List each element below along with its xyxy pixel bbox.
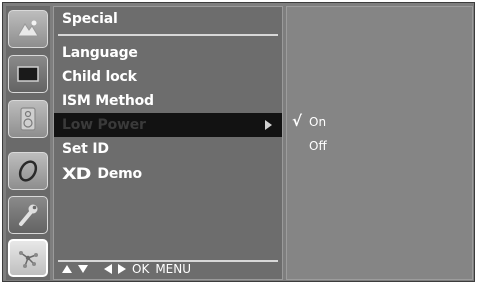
category-time[interactable] (8, 152, 48, 190)
navigation-hint-bar: OK MENU (62, 261, 191, 277)
low-power-options-panel: √ On Off (286, 6, 473, 280)
category-picture[interactable] (8, 10, 48, 48)
up-arrow-icon (62, 265, 72, 273)
special-menu-panel: Special Language Child lock ISM Method L… (53, 6, 283, 280)
menu-item-set-id[interactable]: Set ID (54, 137, 282, 161)
menu-item-xd-demo[interactable]: XD Demo (54, 162, 282, 186)
category-special[interactable] (8, 196, 48, 234)
xd-logo: XD (62, 164, 91, 183)
menu-item-label: Demo (97, 166, 142, 182)
speaker-icon (20, 107, 36, 131)
category-screen[interactable] (8, 55, 48, 93)
option-on[interactable]: On (309, 115, 326, 129)
menu-hint: MENU (155, 262, 192, 276)
check-mark-icon: √ (292, 112, 303, 130)
menu-item-label: Low Power (62, 117, 146, 133)
menu-item-language[interactable]: Language (54, 41, 282, 65)
title-divider (58, 34, 278, 36)
menu-item-low-power[interactable]: Low Power (54, 113, 282, 137)
wrench-icon (19, 204, 38, 226)
option-off[interactable]: Off (309, 139, 327, 153)
menu-item-label: Child lock (62, 69, 137, 85)
category-icon-strip (6, 6, 50, 280)
menu-item-ism-method[interactable]: ISM Method (54, 89, 282, 113)
ok-hint: OK (132, 262, 150, 276)
menu-item-label: Language (62, 45, 138, 61)
down-arrow-icon (78, 265, 88, 273)
menu-item-label: Set ID (62, 141, 109, 157)
category-audio[interactable] (8, 100, 48, 138)
category-setup[interactable] (8, 239, 48, 277)
menu-title: Special (62, 11, 118, 27)
left-arrow-icon (104, 264, 112, 274)
menu-item-child-lock[interactable]: Child lock (54, 65, 282, 89)
picture-icon (17, 20, 39, 37)
menu-item-label: ISM Method (62, 93, 154, 109)
screen-icon (17, 66, 39, 82)
clock-icon (18, 160, 38, 182)
option-label: Off (309, 139, 327, 153)
network-icon (19, 251, 38, 268)
option-label: On (309, 115, 327, 129)
right-arrow-icon (118, 264, 126, 274)
tv-osd-screen: Special Language Child lock ISM Method L… (2, 2, 475, 282)
submenu-arrow-icon (265, 120, 272, 130)
